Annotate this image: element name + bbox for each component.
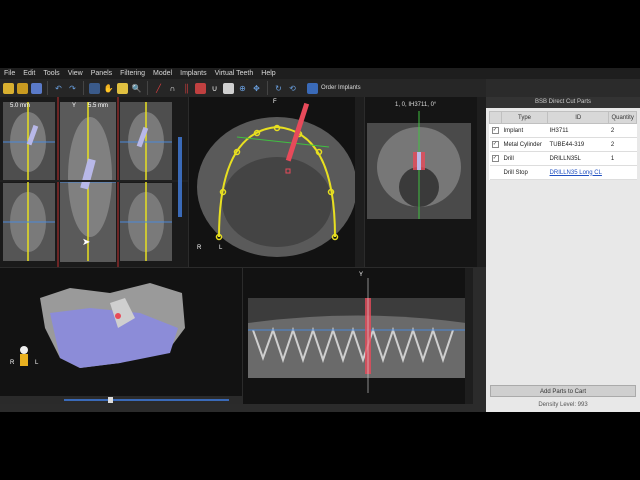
open-folder-icon[interactable]	[3, 82, 14, 94]
panoramic-view-image	[243, 268, 473, 404]
reset-icon[interactable]: ⟲	[287, 83, 298, 94]
part-type: Drill	[501, 151, 548, 166]
row-checkbox[interactable]: ✓	[491, 155, 499, 162]
part-id-link[interactable]: DRILLN35 Long CL	[550, 170, 602, 176]
parts-panel-title: BSB Direct Cut Parts	[486, 97, 640, 108]
folder-icon[interactable]	[17, 82, 28, 94]
zoom-in-icon[interactable]: ⊕	[237, 83, 248, 94]
order-implants-button[interactable]: Order Implants	[307, 82, 361, 94]
menu-file[interactable]: File	[0, 70, 19, 77]
menu-bar: File Edit Tools View Panels Filtering Mo…	[0, 68, 640, 79]
table-row[interactable]: ✓ Drill DRILLN35L 1	[489, 151, 637, 166]
parts-side-panel: BSB Direct Cut Parts Type ID Quantity ✓ …	[486, 97, 640, 412]
axial-view-image	[189, 97, 364, 267]
axial-r-label: R	[197, 245, 202, 251]
nerve-icon[interactable]: ╱	[153, 83, 164, 94]
cross-section-image	[0, 97, 188, 267]
model-controls-bar	[0, 396, 242, 404]
rotate-icon[interactable]: ↻	[273, 83, 284, 94]
toolbar: ↶ ↷ ✋ 🔍 ╱ ∩ ║ ∪ ⊕ ✥ ↻ ⟲ Order Implants	[0, 79, 486, 97]
part-type: Metal Cylinder	[501, 137, 548, 152]
menu-model[interactable]: Model	[149, 70, 176, 77]
panoramic-view-panel[interactable]: Y	[243, 268, 473, 404]
menu-filtering[interactable]: Filtering	[116, 70, 149, 77]
row-checkbox[interactable]: ✓	[491, 127, 499, 134]
part-id: IH3711	[547, 123, 609, 138]
toolbar-separator	[47, 81, 48, 95]
toolbar-separator	[147, 81, 148, 95]
cross-section-mm-label-1: 5.0 mm	[10, 103, 31, 109]
crown-icon[interactable]	[195, 82, 206, 94]
model-l-label: L	[35, 360, 39, 366]
arch-icon[interactable]: ∪	[209, 83, 220, 94]
part-id: TUBE44-319	[547, 137, 609, 152]
save-icon[interactable]	[31, 82, 42, 94]
table-row[interactable]: Drill Stop DRILLN35 Long CL	[489, 165, 637, 180]
model-3d-image	[0, 268, 242, 404]
part-quantity	[608, 165, 637, 180]
toolbar-separator	[267, 81, 268, 95]
density-level-text: Density Level: 993	[538, 402, 588, 408]
menu-panels[interactable]: Panels	[87, 70, 116, 77]
model-r-label: R	[10, 360, 15, 366]
quantity-column-header: Quantity	[608, 111, 637, 124]
axial-view-panel[interactable]: F R L	[189, 97, 364, 267]
cart-icon	[307, 82, 318, 94]
model-slider-track[interactable]	[64, 399, 229, 401]
measure-icon[interactable]	[117, 82, 128, 94]
part-type: Drill Stop	[501, 165, 548, 180]
id-column-header: ID	[547, 111, 610, 124]
menu-edit[interactable]: Edit	[19, 70, 39, 77]
part-id: DRILLN35L	[547, 151, 609, 166]
app-window: File Edit Tools View Panels Filtering Mo…	[0, 68, 640, 412]
cross-section-y-label: Y	[72, 103, 77, 109]
cross-section-panel[interactable]: 5.0 mm Y 5.5 mm ➤	[0, 97, 188, 267]
pan-icon[interactable]	[223, 82, 234, 94]
model-3d-panel[interactable]: R L	[0, 268, 242, 404]
parts-table-header: Type ID Quantity	[489, 111, 637, 124]
grid-icon[interactable]	[89, 82, 100, 94]
row-checkbox[interactable]: ✓	[491, 141, 499, 148]
order-implants-label: Order Implants	[321, 85, 361, 91]
table-row[interactable]: ✓ Implant IH3711 2	[489, 123, 637, 138]
part-quantity: 2	[608, 137, 637, 152]
move-icon[interactable]: ✥	[251, 83, 262, 94]
table-row[interactable]: ✓ Metal Cylinder TUBE44-319 2	[489, 137, 637, 152]
add-parts-to-cart-button[interactable]: Add Parts to Cart	[490, 385, 636, 397]
tooth-icon[interactable]: ∩	[167, 83, 178, 94]
menu-virtual-teeth[interactable]: Virtual Teeth	[211, 70, 258, 77]
implant-view-label: 1, 0, IH3711, 0°	[395, 102, 437, 108]
undo-icon[interactable]: ↶	[53, 83, 64, 94]
toolbar-separator	[83, 81, 84, 95]
menu-tools[interactable]: Tools	[39, 70, 63, 77]
model-slider-thumb[interactable]	[108, 397, 113, 403]
menu-help[interactable]: Help	[257, 70, 279, 77]
part-quantity: 2	[608, 123, 637, 138]
part-quantity: 1	[608, 151, 637, 166]
check-column-header	[489, 111, 502, 124]
cross-section-mm-label-2: 5.5 mm	[88, 103, 109, 109]
redo-icon[interactable]: ↷	[67, 83, 78, 94]
menu-implants[interactable]: Implants	[176, 70, 210, 77]
implant-view-panel[interactable]: 1, 0, IH3711, 0°	[365, 97, 486, 267]
menu-view[interactable]: View	[64, 70, 87, 77]
part-type: Implant	[501, 123, 548, 138]
mouse-cursor: ➤	[82, 237, 91, 248]
hand-icon[interactable]: ✋	[103, 83, 114, 94]
parts-table: Type ID Quantity ✓ Implant IH3711 2 ✓ Me…	[489, 111, 637, 180]
pano-y-label: Y	[359, 272, 364, 278]
implant-view-image	[365, 97, 486, 267]
zoom-icon[interactable]: 🔍	[131, 83, 142, 94]
implant-icon[interactable]: ║	[181, 83, 192, 94]
type-column-header: Type	[500, 111, 549, 124]
axial-l-label: L	[219, 245, 223, 251]
axial-top-label: F	[273, 99, 277, 105]
